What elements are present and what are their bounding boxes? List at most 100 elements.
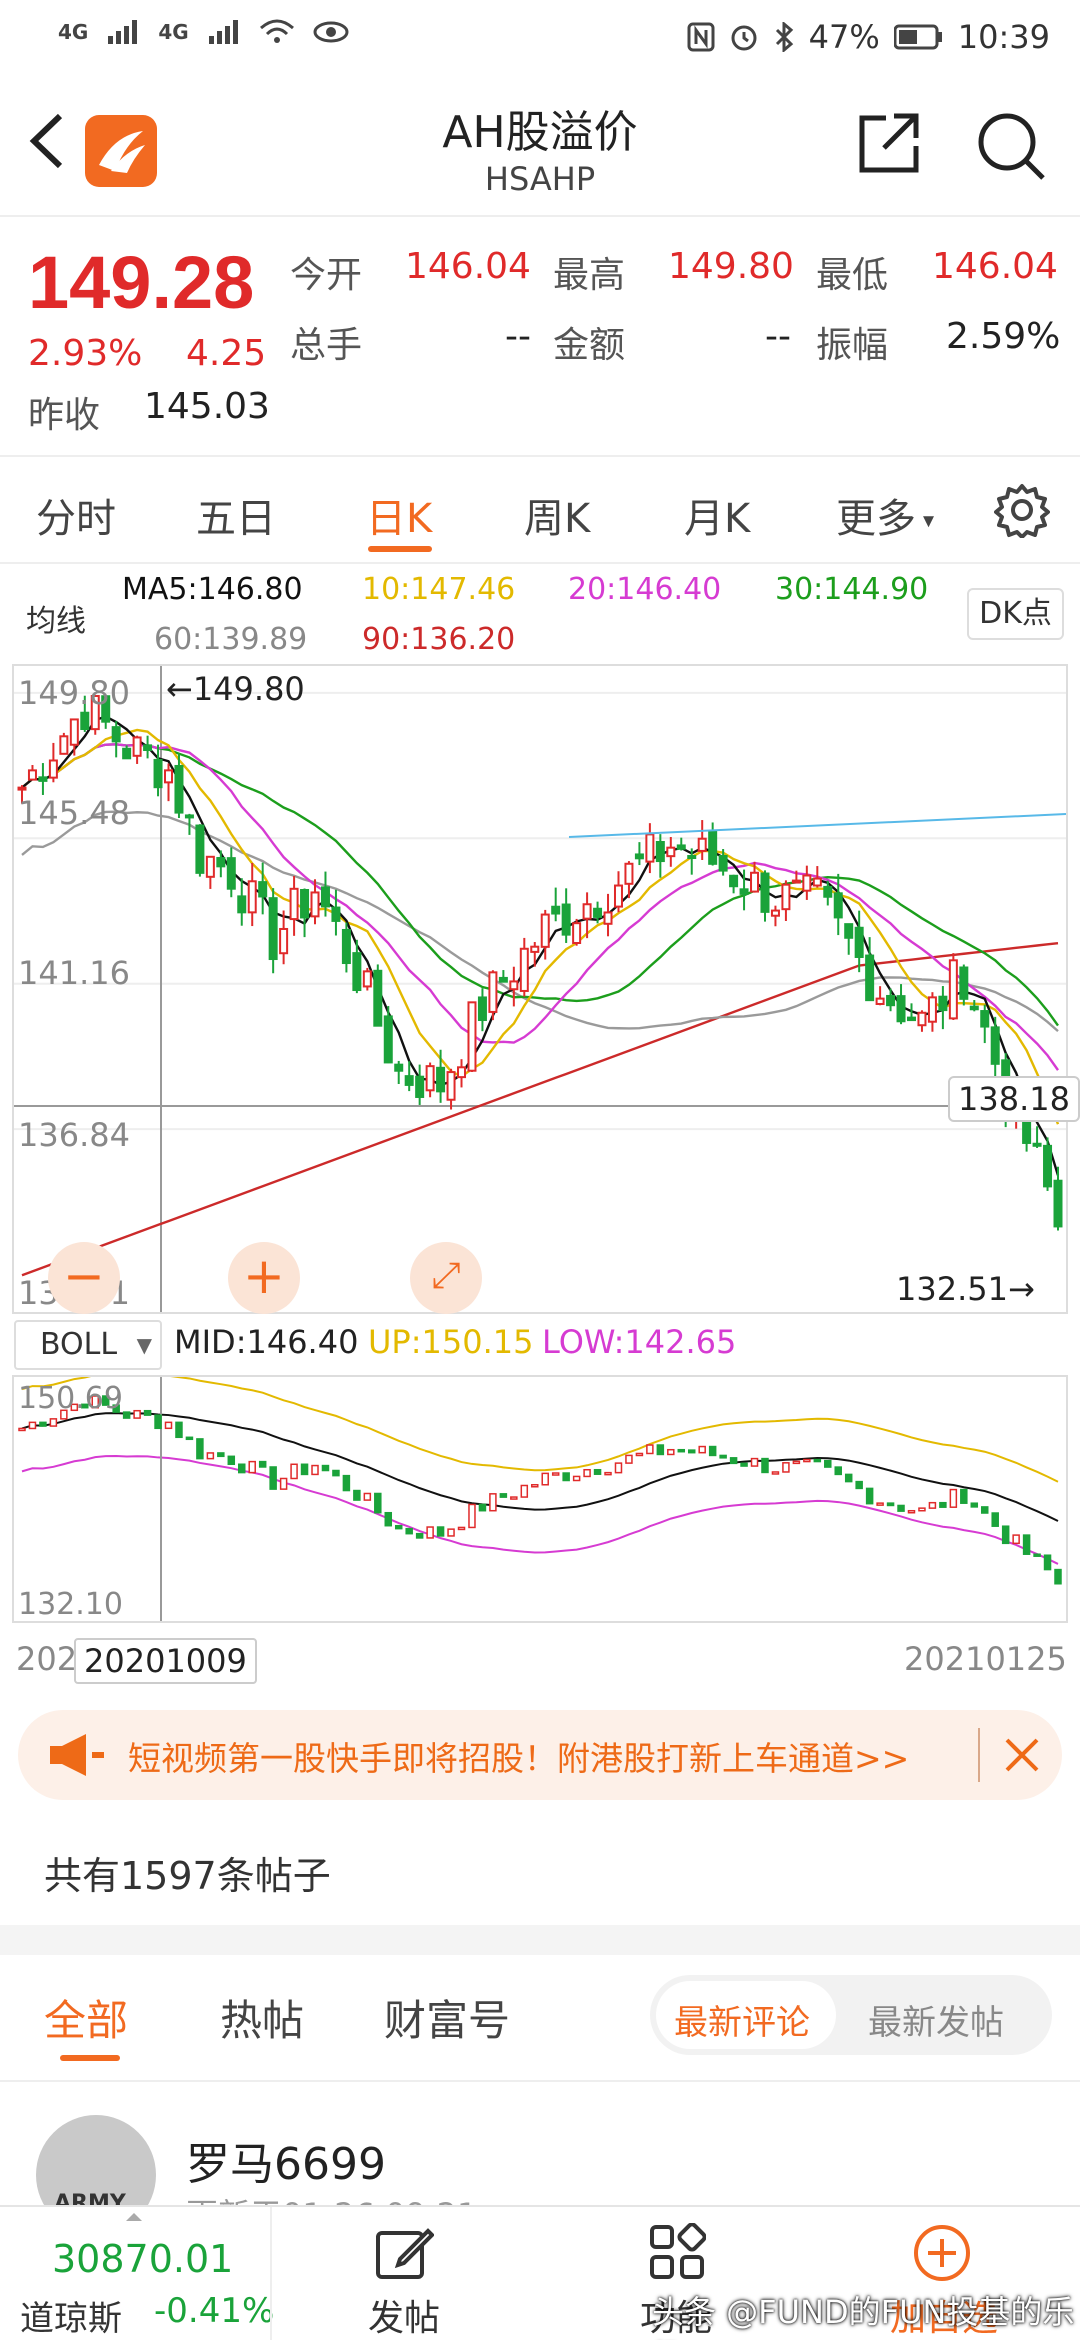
boll-candle: [520, 1484, 529, 1498]
candle-body: [59, 735, 69, 755]
signal-1-label: 4G: [58, 20, 89, 44]
watermark: 头条 @FUND的FUN投基的乐趣: [652, 2293, 1075, 2340]
bluetooth-icon: [775, 22, 793, 52]
candle-body: [48, 759, 58, 779]
boll-candle: [625, 1454, 633, 1464]
amount-value: --: [765, 316, 791, 357]
divider: [0, 215, 1080, 217]
tab-hot[interactable]: 热帖: [220, 1987, 304, 2048]
candle-body: [1053, 1179, 1063, 1228]
boll-candle: [227, 1455, 236, 1465]
candle-body: [896, 995, 906, 1023]
boll-candle: [394, 1524, 403, 1530]
candle-body: [69, 718, 79, 746]
boll-candle: [698, 1445, 706, 1454]
function-grid-icon[interactable]: [648, 2223, 706, 2281]
zoom-in-button[interactable]: +: [228, 1242, 300, 1314]
boll-candle: [468, 1503, 476, 1529]
candle-body: [980, 1010, 990, 1028]
candle-body: [164, 769, 174, 784]
y-label-1: 149.80: [18, 674, 130, 712]
post-username[interactable]: 罗马6699: [186, 2128, 386, 2192]
prev-close-label: 昨收: [28, 395, 101, 436]
candle-body: [258, 881, 268, 898]
post-button-label[interactable]: 发帖: [368, 2289, 440, 2340]
high-value: 149.80: [668, 246, 794, 287]
boll-candle: [415, 1532, 424, 1539]
tab-intraday[interactable]: 分时: [36, 486, 116, 544]
reference-line: [568, 813, 1066, 838]
candle-body: [509, 980, 519, 991]
tab-monthly-k[interactable]: 月K: [684, 486, 750, 544]
candle-body: [310, 891, 320, 918]
candle-body: [582, 903, 592, 920]
fullscreen-button[interactable]: ⤢: [410, 1242, 482, 1314]
kline-plot: [14, 666, 1066, 1312]
ma30-value: 30:144.90: [775, 572, 929, 607]
boll-candle: [175, 1421, 183, 1439]
sort-latest-post[interactable]: 最新发帖: [868, 1995, 1004, 2044]
sort-latest-comment[interactable]: 最新评论: [674, 1995, 810, 2044]
change-value: 4.25: [186, 333, 267, 374]
promo-banner[interactable]: 短视频第一股快手即将招股！附港股打新上车通道>>: [18, 1710, 1062, 1800]
candle-body: [603, 911, 613, 925]
close-icon[interactable]: [1003, 1736, 1041, 1774]
candle-body: [760, 872, 770, 913]
edit-post-icon[interactable]: [374, 2223, 434, 2283]
volume-label: 总手: [290, 325, 363, 366]
low-label: 最低: [816, 255, 889, 296]
tab-more-label: 更多: [836, 496, 916, 542]
boll-candle: [1012, 1534, 1020, 1545]
boll-candle: [844, 1473, 853, 1483]
boll-candle: [928, 1501, 937, 1509]
candle-body: [519, 947, 529, 992]
zoom-out-button[interactable]: −: [48, 1242, 120, 1314]
boll-candle: [813, 1458, 822, 1463]
alarm-icon: [731, 25, 757, 51]
tab-more[interactable]: 更多 ▾: [836, 486, 934, 544]
tab-five-day[interactable]: 五日: [196, 486, 276, 544]
candle-body: [718, 854, 728, 872]
share-icon[interactable]: [858, 112, 920, 174]
kline-chart[interactable]: 149.80 145.48 141.16 136.84 132.51 ←149.…: [12, 664, 1080, 1314]
boll-candle: [49, 1418, 58, 1427]
boll-candle: [164, 1421, 173, 1430]
boll-chart[interactable]: 150.69 132.10: [12, 1375, 1068, 1623]
boll-y-top: 150.69: [18, 1381, 123, 1416]
boll-candle: [332, 1469, 340, 1477]
candle-body: [1043, 1144, 1053, 1188]
candle-body: [195, 824, 205, 874]
search-icon[interactable]: [975, 110, 1047, 182]
tab-weekly-k[interactable]: 周K: [524, 486, 590, 544]
dk-point-button[interactable]: DK点: [967, 588, 1064, 640]
boll-candle: [489, 1493, 497, 1512]
add-watch-icon[interactable]: [912, 2223, 972, 2283]
candle-body: [655, 841, 665, 863]
tab-daily-k[interactable]: 日K: [366, 486, 432, 544]
y-label-3: 141.16: [18, 954, 130, 992]
change-percent: 2.93%: [28, 333, 143, 374]
tab-fortune[interactable]: 财富号: [384, 1987, 510, 2048]
candle-body: [331, 906, 341, 922]
boll-candle: [478, 1503, 487, 1512]
boll-candle: [384, 1511, 393, 1527]
candle-body: [948, 959, 958, 1020]
boll-candle: [991, 1512, 999, 1527]
ma90-line: [21, 941, 1059, 1277]
settings-gear-icon[interactable]: [994, 482, 1050, 538]
boll-candle: [457, 1526, 466, 1531]
post-tab-indicator: [60, 2055, 120, 2061]
divider: [0, 2080, 1080, 2082]
boll-mid: MID:146.40: [174, 1323, 359, 1361]
indicator-selector[interactable]: BOLL ▼: [14, 1320, 162, 1370]
tab-all[interactable]: 全部: [44, 1987, 128, 2048]
boll-candle: [154, 1414, 162, 1430]
ma5-value: MA5:146.80: [122, 572, 303, 607]
candle-body: [122, 747, 132, 760]
candle-body: [634, 853, 644, 860]
y-label-4: 136.84: [18, 1116, 130, 1154]
boll-candle: [122, 1411, 131, 1419]
date-start: 202: [16, 1640, 78, 1678]
ticker-value[interactable]: 30870.01: [52, 2237, 233, 2281]
boll-candle: [708, 1445, 717, 1457]
